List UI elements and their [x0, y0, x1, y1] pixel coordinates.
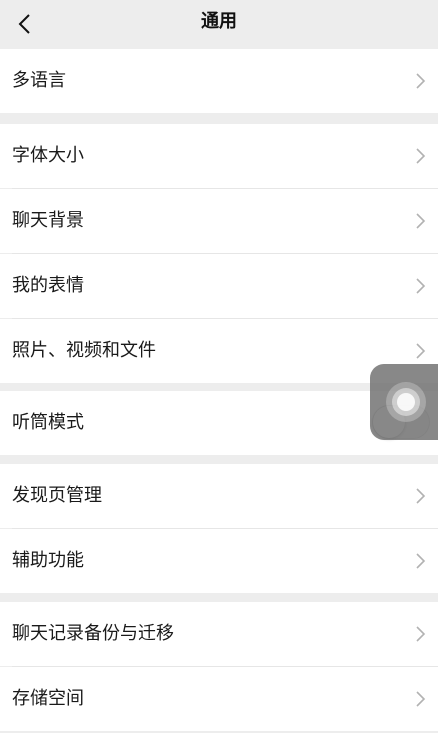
chevron-right-icon — [416, 213, 426, 229]
chevron-right-icon — [416, 343, 426, 359]
settings-item-label: 字体大小 — [12, 145, 84, 166]
settings-item-my-stickers[interactable]: 我的表情 — [0, 254, 438, 318]
assistive-touch-center — [397, 393, 415, 411]
settings-item-label: 聊天记录备份与迁移 — [12, 623, 174, 644]
navigation-bar: 通用 — [0, 0, 438, 48]
settings-item-label: 发现页管理 — [12, 485, 102, 506]
page-title: 通用 — [201, 11, 237, 32]
chevron-right-icon — [416, 691, 426, 707]
chevron-right-icon — [416, 553, 426, 569]
settings-item-chat-backup-migration[interactable]: 聊天记录备份与迁移 — [0, 602, 438, 666]
settings-item-font-size[interactable]: 字体大小 — [0, 124, 438, 188]
settings-item-label: 多语言 — [12, 70, 66, 91]
settings-item-label: 辅助功能 — [12, 550, 84, 571]
chevron-right-icon — [416, 626, 426, 642]
assistive-touch-button[interactable] — [370, 364, 438, 440]
settings-item-label: 聊天背景 — [12, 210, 84, 231]
settings-item-discover-management[interactable]: 发现页管理 — [0, 464, 438, 528]
chevron-right-icon — [416, 148, 426, 164]
settings-item-label: 听筒模式 — [12, 412, 84, 433]
settings-item-accessibility[interactable]: 辅助功能 — [0, 529, 438, 593]
settings-item-label: 照片、视频和文件 — [12, 340, 156, 361]
settings-item-chat-background[interactable]: 聊天背景 — [0, 189, 438, 253]
chevron-right-icon — [416, 73, 426, 89]
settings-item-language[interactable]: 多语言 — [0, 49, 438, 113]
settings-item-label: 我的表情 — [12, 275, 84, 296]
chevron-right-icon — [416, 278, 426, 294]
settings-item-label: 存储空间 — [12, 688, 84, 709]
chevron-right-icon — [416, 488, 426, 504]
settings-item-storage[interactable]: 存储空间 — [0, 667, 438, 731]
settings-general-screen: 通用 多语言 字体大小 聊天背景 我的表情 照片、视频和文件 听筒模式 发现页管… — [0, 0, 438, 733]
